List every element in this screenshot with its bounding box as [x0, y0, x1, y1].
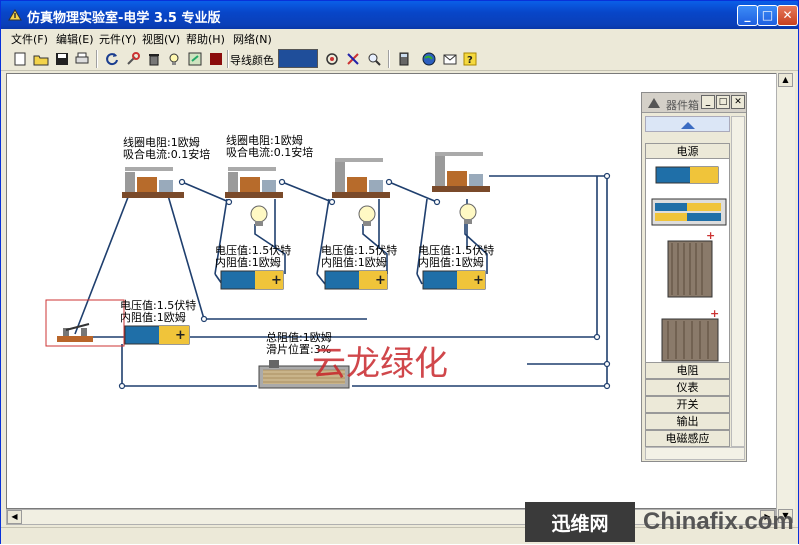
svg-text:+: +: [175, 328, 186, 343]
close-button[interactable]: ✕: [777, 5, 798, 26]
scroll-left-button[interactable]: ◀: [7, 510, 22, 524]
menu-bar: 文件(F) 编辑(E) 元件(Y) 视图(V) 帮助(H) 网络(N): [1, 29, 798, 47]
battery-c-resistance-label: 内阻值:1欧姆: [418, 256, 484, 269]
stop-icon[interactable]: [206, 49, 226, 69]
battery-b-resistance-label: 内阻值:1欧姆: [321, 256, 387, 269]
minimize-button[interactable]: _: [737, 5, 758, 26]
battery-c[interactable]: +: [422, 270, 486, 290]
open-file-icon[interactable]: [31, 49, 51, 69]
calculator-icon[interactable]: [394, 49, 414, 69]
wire-color-label: 导线颜色: [230, 54, 274, 67]
palette-category-output[interactable]: 输出: [645, 413, 730, 430]
palette-vertical-scrollbar[interactable]: [731, 116, 745, 447]
zoom-icon[interactable]: [364, 49, 384, 69]
relay-2[interactable]: [225, 167, 283, 198]
palette-maximize-button[interactable]: □: [716, 95, 730, 109]
watermark: 迅维网 Chinafix.com: [525, 499, 799, 545]
tools-icon[interactable]: [123, 49, 143, 69]
palette-category-induction[interactable]: 电磁感应: [645, 430, 730, 447]
toolbar-separator: [227, 50, 229, 68]
window-title: 仿真物理实验室-电学 3.5 专业版: [27, 11, 221, 26]
menu-component[interactable]: 元件(Y): [99, 31, 136, 47]
toolbar-separator: [96, 50, 98, 68]
relay1-current-label: 吸合电流:0.1安培: [123, 148, 211, 161]
export-icon[interactable]: [185, 49, 205, 69]
menu-edit[interactable]: 编辑(E): [56, 31, 94, 47]
battery-main-resistance-label: 内阻值:1欧姆: [120, 311, 186, 324]
globe-icon[interactable]: [419, 49, 439, 69]
svg-text:?: ?: [467, 55, 473, 66]
help-icon[interactable]: ?: [460, 49, 480, 69]
title-bar: 仿真物理实验室-电学 3.5 专业版 _ □ ✕: [1, 1, 798, 29]
bulb-1[interactable]: [250, 205, 268, 226]
svg-text:+: +: [710, 307, 719, 320]
battery-b[interactable]: +: [324, 270, 388, 290]
palette-title-bar[interactable]: 器件箱 _ □ ✕: [642, 93, 746, 113]
svg-text:+: +: [375, 273, 386, 288]
connect-icon[interactable]: [322, 49, 342, 69]
palette-close-button[interactable]: ✕: [731, 95, 745, 109]
palette-battery-pack[interactable]: [651, 198, 727, 226]
save-icon[interactable]: [52, 49, 72, 69]
palette-accumulator-1[interactable]: +: [667, 229, 715, 298]
palette-horizontal-scrollbar[interactable]: [645, 447, 745, 460]
app-icon: [8, 9, 22, 21]
battery-a[interactable]: +: [220, 270, 284, 290]
maximize-button[interactable]: □: [757, 5, 778, 26]
palette-category-resistor[interactable]: 电阻: [645, 362, 730, 379]
app-window: 仿真物理实验室-电学 3.5 专业版 _ □ ✕ 文件(F) 编辑(E) 元件(…: [0, 0, 799, 544]
menu-help[interactable]: 帮助(H): [186, 31, 225, 47]
svg-text:+: +: [271, 273, 282, 288]
svg-text:+: +: [473, 273, 484, 288]
mail-icon[interactable]: [440, 49, 460, 69]
watermark-badge: 迅维网: [525, 502, 635, 542]
watermark-text: Chinafix.com: [643, 508, 794, 535]
print-icon[interactable]: [72, 49, 92, 69]
menu-view[interactable]: 视图(V): [142, 31, 180, 47]
bulb-icon[interactable]: [164, 49, 184, 69]
bulb-3[interactable]: [459, 203, 477, 224]
palette-items: + +: [645, 159, 730, 362]
toolbar-separator: [388, 50, 390, 68]
refresh-icon[interactable]: [102, 49, 122, 69]
toolbar: 导线颜色 ?: [1, 47, 798, 71]
palette-accumulator-2[interactable]: +: [661, 307, 719, 362]
delete-icon[interactable]: [144, 49, 164, 69]
relay2-current-label: 吸合电流:0.1安培: [226, 146, 314, 159]
overlay-text: 云龙绿化: [312, 344, 448, 384]
svg-text:+: +: [706, 229, 715, 242]
palette-title: 器件箱: [666, 99, 699, 112]
relay-1[interactable]: [122, 167, 184, 198]
relay-4[interactable]: [432, 152, 490, 192]
palette-category-power[interactable]: 电源: [645, 143, 730, 159]
component-palette: 器件箱 _ □ ✕ 电源 + + 电阻 仪表 开关 输出 电磁感应: [641, 92, 747, 462]
palette-scroll-up-arrow[interactable]: [645, 116, 730, 132]
menu-network[interactable]: 网络(N): [233, 31, 272, 47]
palette-minimize-button[interactable]: _: [701, 95, 715, 109]
wire-icon[interactable]: [343, 49, 363, 69]
palette-battery-single[interactable]: [655, 166, 719, 184]
menu-file[interactable]: 文件(F): [11, 31, 48, 47]
palette-category-switch[interactable]: 开关: [645, 396, 730, 413]
battery-a-resistance-label: 内阻值:1欧姆: [215, 256, 281, 269]
bulb-2[interactable]: [358, 205, 376, 226]
wire-color-swatch[interactable]: [278, 49, 318, 68]
new-file-icon[interactable]: [10, 49, 30, 69]
palette-icon: [648, 98, 660, 108]
palette-category-meter[interactable]: 仪表: [645, 379, 730, 396]
canvas-vertical-scrollbar[interactable]: ▲ ▼: [776, 73, 795, 525]
scroll-up-button[interactable]: ▲: [778, 73, 793, 87]
relay-3[interactable]: [332, 158, 390, 198]
battery-main[interactable]: +: [124, 325, 190, 345]
